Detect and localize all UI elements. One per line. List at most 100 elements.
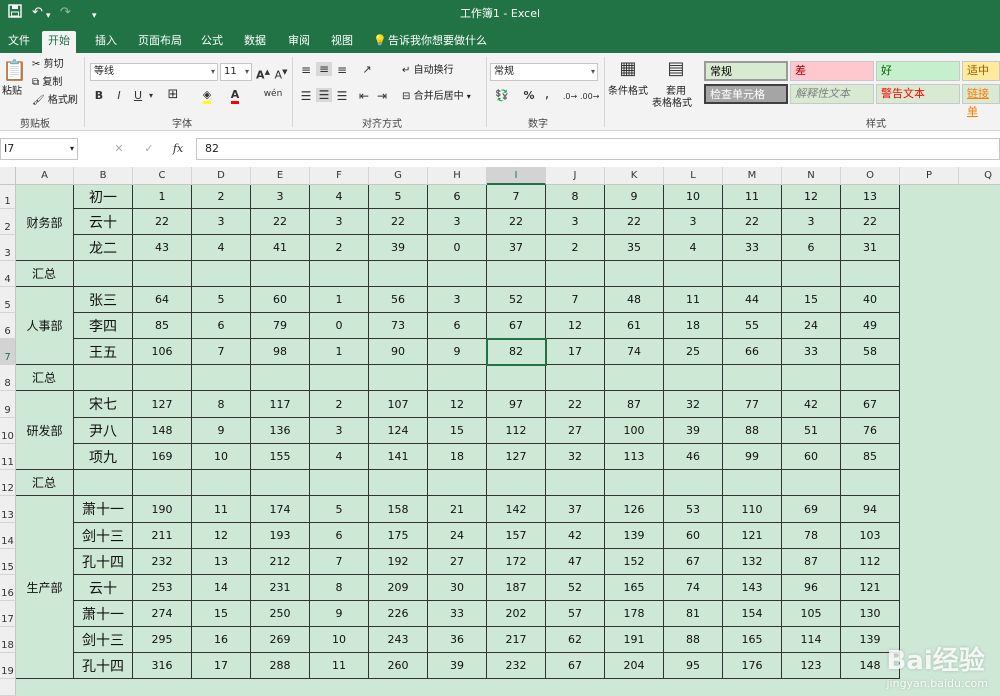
copy-button[interactable]: ⧉ 复制 [32,76,62,90]
data-cell[interactable]: 24 [782,313,841,339]
data-cell[interactable]: 44 [723,287,782,313]
style-normal[interactable]: 常规 [704,61,788,81]
data-cell[interactable]: 48 [605,287,664,313]
data-cell[interactable]: 97 [487,391,546,418]
data-cell[interactable]: 3 [192,209,251,235]
employee-name-cell[interactable]: 尹八 [74,418,133,444]
data-cell[interactable]: 260 [369,653,428,679]
employee-name-cell[interactable]: 初一 [74,185,133,209]
row-header-4[interactable]: 4 [0,261,16,287]
employee-name-cell[interactable]: 剑十三 [74,523,133,549]
data-cell[interactable]: 204 [605,653,664,679]
employee-name-cell[interactable]: 云十 [74,575,133,601]
data-cell[interactable]: 88 [664,627,723,653]
department-cell[interactable]: 生产部 [16,496,74,679]
data-cell[interactable] [841,470,900,496]
department-cell[interactable]: 人事部 [16,287,74,365]
style-explanatory[interactable]: 解释性文本 [790,84,874,104]
data-cell[interactable]: 114 [782,627,841,653]
data-cell[interactable]: 79 [251,313,310,339]
data-cell[interactable]: 27 [428,549,487,575]
data-cell[interactable]: 49 [841,313,900,339]
data-cell[interactable] [133,261,192,287]
data-cell[interactable] [841,365,900,391]
data-cell[interactable]: 11 [664,287,723,313]
data-cell[interactable]: 62 [546,627,605,653]
row-header-18[interactable]: 18 [0,627,16,653]
data-cell[interactable]: 4 [192,235,251,261]
data-cell[interactable]: 67 [664,549,723,575]
data-cell[interactable]: 250 [251,601,310,627]
data-cell[interactable]: 124 [369,418,428,444]
department-cell[interactable]: 汇总 [16,261,74,287]
bold-button[interactable]: B [92,89,106,103]
insert-function-icon[interactable]: fx [170,142,186,156]
column-header-e[interactable]: E [251,167,310,185]
data-cell[interactable]: 90 [369,339,428,365]
style-link[interactable]: 链接单 [962,84,1000,118]
data-cell[interactable]: 58 [841,339,900,365]
data-cell[interactable]: 61 [605,313,664,339]
data-cell[interactable]: 15 [428,418,487,444]
row-header-19[interactable]: 19 [0,653,16,679]
department-cell[interactable]: 汇总 [16,365,74,391]
data-cell[interactable]: 12 [782,185,841,209]
data-cell[interactable] [546,470,605,496]
column-header-k[interactable]: K [605,167,664,185]
data-cell[interactable]: 2 [192,185,251,209]
data-cell[interactable] [251,261,310,287]
wrap-text-button[interactable]: ↵ 自动换行 [402,64,454,78]
style-warning[interactable]: 警告文本 [876,84,960,104]
data-cell[interactable]: 127 [133,391,192,418]
underline-button[interactable]: U [131,89,145,103]
data-cell[interactable]: 139 [605,523,664,549]
data-cell[interactable]: 22 [605,209,664,235]
data-cell[interactable]: 60 [782,444,841,470]
data-cell[interactable]: 154 [723,601,782,627]
data-cell[interactable]: 40 [841,287,900,313]
data-cell[interactable]: 67 [487,313,546,339]
data-cell[interactable]: 178 [605,601,664,627]
data-cell[interactable]: 21 [428,496,487,523]
employee-name-cell[interactable]: 李四 [74,313,133,339]
data-cell[interactable]: 3 [782,209,841,235]
align-middle-icon[interactable]: ≡ [316,62,332,76]
data-cell[interactable]: 85 [133,313,192,339]
data-cell[interactable]: 9 [428,339,487,365]
data-cell[interactable]: 113 [605,444,664,470]
employee-name-cell[interactable]: 孔十四 [74,653,133,679]
data-cell[interactable]: 18 [428,444,487,470]
data-cell[interactable]: 7 [487,185,546,209]
column-header-g[interactable]: G [369,167,428,185]
data-cell[interactable] [192,261,251,287]
data-cell[interactable]: 78 [782,523,841,549]
format-table-icon[interactable]: ▤ [662,57,690,81]
data-cell[interactable] [487,365,546,391]
data-cell[interactable]: 60 [664,523,723,549]
data-cell[interactable] [369,470,428,496]
data-cell[interactable]: 17 [192,653,251,679]
data-cell[interactable]: 4 [310,185,369,209]
data-cell[interactable]: 1 [133,185,192,209]
shrink-font-button[interactable]: A▼ [274,65,288,83]
data-cell[interactable]: 10 [310,627,369,653]
data-cell[interactable]: 2 [310,391,369,418]
data-cell[interactable]: 22 [133,209,192,235]
data-cell[interactable]: 73 [369,313,428,339]
column-header-i[interactable]: I [487,167,546,185]
data-cell[interactable]: 6 [428,185,487,209]
data-cell[interactable]: 12 [428,391,487,418]
data-cell[interactable] [192,470,251,496]
data-cell[interactable]: 46 [664,444,723,470]
format-table-label-2[interactable]: 表格格式 [652,97,692,111]
data-cell[interactable]: 148 [133,418,192,444]
data-cell[interactable]: 127 [487,444,546,470]
data-cell[interactable]: 165 [605,575,664,601]
data-cell[interactable]: 88 [723,418,782,444]
data-cell[interactable]: 33 [428,601,487,627]
select-all-button[interactable] [0,167,16,185]
data-cell[interactable] [664,365,723,391]
data-cell[interactable]: 3 [428,287,487,313]
data-cell[interactable]: 14 [192,575,251,601]
data-cell[interactable]: 53 [664,496,723,523]
